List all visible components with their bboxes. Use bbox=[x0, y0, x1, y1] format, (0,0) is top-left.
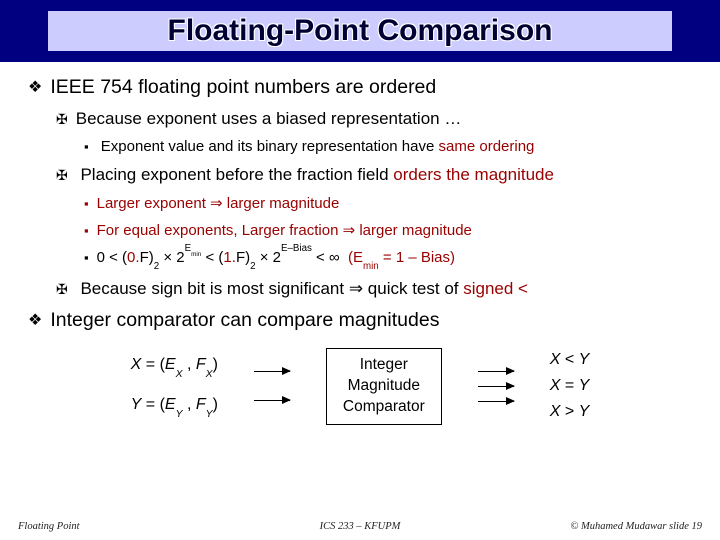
comparator-diagram: X = (EX , FX) Y = (EY , FY) IntegerMagni… bbox=[28, 348, 692, 425]
input-y: Y = (EY , FY) bbox=[131, 396, 218, 416]
slide-title: Floating-Point Comparison bbox=[48, 11, 673, 51]
point-int-comparator: Integer comparator can compare magnitude… bbox=[28, 309, 692, 332]
title-bar: Floating-Point Comparison bbox=[0, 0, 720, 62]
point-equal-exp: For equal exponents, Larger fraction ⇒ l… bbox=[84, 221, 692, 239]
arrow-icon bbox=[254, 400, 290, 401]
text-frag: Exponent value and its binary representa… bbox=[101, 138, 439, 155]
arrow-icon bbox=[254, 371, 290, 372]
output-lt: X < Y bbox=[550, 351, 590, 369]
output-gt: X > Y bbox=[550, 403, 590, 421]
footer-right: © Muhamed Mudawar slide 19 bbox=[570, 521, 702, 532]
text-frag: Placing exponent before the fraction fie… bbox=[80, 165, 393, 184]
footer-center: ICS 233 – KFUPM bbox=[320, 521, 401, 532]
output-arrows bbox=[478, 371, 514, 402]
slide-footer: Floating Point ICS 233 – KFUPM © Muhamed… bbox=[0, 521, 720, 532]
point-ieee-ordered: IEEE 754 floating point numbers are orde… bbox=[28, 76, 692, 99]
input-arrows bbox=[254, 371, 290, 401]
text-red: same ordering bbox=[439, 138, 535, 155]
arrow-icon bbox=[478, 386, 514, 387]
output-eq: X = Y bbox=[550, 377, 590, 395]
arrow-icon bbox=[478, 371, 514, 372]
comparator-box: IntegerMagnitudeComparator bbox=[326, 348, 442, 425]
footer-left: Floating Point bbox=[18, 521, 80, 532]
point-sign-bit: Because sign bit is most significant ⇒ q… bbox=[56, 279, 692, 299]
point-biased-rep: Because exponent uses a biased represent… bbox=[56, 109, 692, 129]
point-range-formula: 0 < (0.F)2 × 2Emin < (1.F)2 × 2E–Bias < … bbox=[84, 248, 692, 269]
arrow-icon bbox=[478, 401, 514, 402]
text-red: orders the magnitude bbox=[393, 165, 554, 184]
slide-body: IEEE 754 floating point numbers are orde… bbox=[0, 62, 720, 425]
text-frag: Because sign bit is most significant ⇒ q… bbox=[80, 279, 463, 298]
point-orders-magnitude: Placing exponent before the fraction fie… bbox=[56, 165, 692, 185]
outputs-column: X < Y X = Y X > Y bbox=[550, 351, 590, 421]
point-same-ordering: Exponent value and its binary representa… bbox=[84, 138, 692, 155]
inputs-column: X = (EX , FX) Y = (EY , FY) bbox=[131, 356, 218, 416]
text-red: signed < bbox=[463, 279, 528, 298]
point-larger-exp: Larger exponent ⇒ larger magnitude bbox=[84, 194, 692, 212]
input-x: X = (EX , FX) bbox=[131, 356, 218, 376]
